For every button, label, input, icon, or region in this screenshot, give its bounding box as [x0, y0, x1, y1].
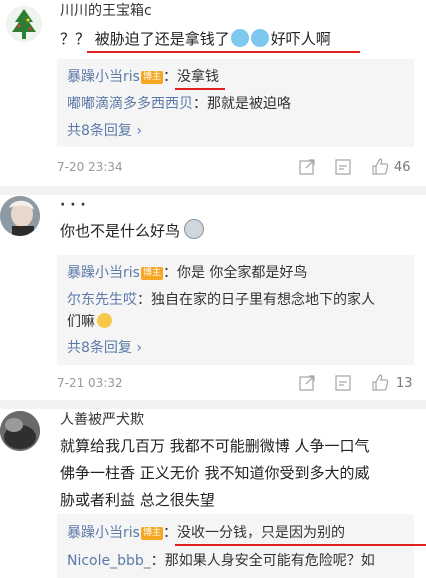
dark-avatar-icon: [0, 411, 40, 451]
shocked-emoji-icon: [184, 219, 205, 239]
reply-box: 暴躁小当ris 博主 ：没拿钱 嘟嘟滴滴多多西西贝：那就是被迫咯 共8条回复 ›: [57, 59, 414, 147]
person-avatar-icon: [0, 196, 40, 236]
tree-avatar-icon: [12, 9, 36, 39]
like-icon[interactable]: [370, 373, 390, 393]
share-icon[interactable]: [298, 158, 316, 176]
comment-username[interactable]: 川川的王宝箱c: [60, 0, 152, 20]
reply-text: 没收一分钱，只是因为别的: [176, 525, 345, 541]
blogger-badge: 博主: [140, 71, 163, 84]
comment-icon[interactable]: [334, 374, 352, 392]
comment-text-line: 就算给我几百万 我都不可能删微博 人争一口气: [60, 437, 370, 455]
reply-text: 没拿钱: [176, 69, 219, 85]
comment-time: 7-20 23:34: [57, 160, 123, 174]
blogger-badge: 博主: [140, 527, 163, 540]
reply-text: 那就是被迫咯: [207, 96, 291, 112]
blogger-badge: 博主: [140, 267, 163, 280]
reply-sep: ：: [193, 96, 207, 112]
highlight-underline: [175, 88, 225, 90]
comment-text-tail: 好吓人啊: [270, 30, 331, 48]
reply-sep: ：: [162, 525, 177, 541]
like-count: 13: [396, 376, 413, 391]
reply-line: 暴躁小当ris 博主 ：没收一分钱，只是因为别的: [67, 522, 345, 542]
reply-line: 们嘛: [67, 311, 112, 331]
comment-icon[interactable]: [334, 158, 352, 176]
reply-author[interactable]: 尔东先生哎: [67, 292, 137, 308]
highlight-underline: [87, 51, 360, 53]
highlight-underline: [175, 544, 426, 546]
reply-author[interactable]: 暴躁小当ris: [67, 525, 140, 541]
comment-text-line: 胁或者利益 总之很失望: [60, 491, 215, 509]
reply-author[interactable]: 嘟嘟滴滴多多西西贝: [67, 96, 193, 112]
reply-line: 尔东先生哎：独自在家的日子里有想念地下的家人: [67, 289, 375, 309]
reply-line: Nicole_bbb_：那如果人身安全可能有危险呢？如: [67, 550, 375, 570]
avatar[interactable]: [0, 411, 40, 451]
divider: [0, 400, 426, 409]
reply-box: 暴躁小当ris 博主 ：没收一分钱，只是因为别的 Nicole_bbb_：那如果人身…: [57, 514, 426, 578]
like-count: 46: [394, 160, 411, 175]
reply-sep: ：: [162, 265, 177, 281]
reply-sep: ：: [137, 292, 151, 308]
reply-text: 那如果人身安全可能有危险呢？如: [164, 553, 375, 569]
avatar[interactable]: [0, 196, 40, 236]
comment-username[interactable]: 人善被严犬欺: [60, 409, 144, 429]
sweat-emoji-icon: [250, 29, 269, 47]
comment-text: ？？ 被胁迫了还是拿钱了 好吓人啊: [60, 26, 331, 53]
reply-sep: ：: [150, 553, 165, 569]
comment-text-main: ？？ 被胁迫了还是拿钱了: [60, 30, 230, 48]
sweat-emoji-icon: [230, 29, 249, 47]
comment-username[interactable]: · · ·: [60, 197, 86, 213]
comment-text-main: 你也不是什么好鸟: [60, 222, 181, 240]
comment-text: 你也不是什么好鸟: [60, 218, 205, 245]
reply-box: 暴躁小当ris 博主 ：你是 你全家都是好鸟 尔东先生哎：独自在家的日子里有想念地下…: [57, 255, 414, 365]
reply-text: 你是 你全家都是好鸟: [176, 265, 308, 281]
comment-text: 就算给我几百万 我都不可能删微博 人争一口气 佛争一柱香 正义无价 我不知道你受…: [60, 433, 420, 514]
reply-text: 独自在家的日子里有想念地下的家人: [151, 292, 375, 308]
like-icon[interactable]: [370, 157, 390, 177]
reply-author[interactable]: 暴躁小当ris: [67, 69, 140, 85]
share-icon[interactable]: [298, 374, 316, 392]
comment-text-line: 佛争一柱香 正义无价 我不知道你受到多大的威: [60, 464, 370, 482]
reply-author[interactable]: Nicole_bbb_: [67, 553, 151, 569]
reply-author[interactable]: 暴躁小当ris: [67, 265, 140, 281]
more-replies-link[interactable]: 共8条回复 ›: [67, 337, 142, 357]
reply-text-cont: 们嘛: [67, 314, 95, 330]
blush-emoji-icon: [97, 313, 112, 328]
more-replies-link[interactable]: 共8条回复 ›: [67, 120, 142, 140]
reply-line: 暴躁小当ris 博主 ：你是 你全家都是好鸟: [67, 262, 307, 282]
comment-time: 7-21 03:32: [57, 376, 123, 390]
reply-line: 嘟嘟滴滴多多西西贝：那就是被迫咯: [67, 93, 291, 113]
avatar[interactable]: [6, 6, 42, 42]
reply-sep: ：: [162, 69, 177, 85]
reply-line: 暴躁小当ris 博主 ：没拿钱: [67, 66, 219, 86]
divider: [0, 186, 426, 195]
